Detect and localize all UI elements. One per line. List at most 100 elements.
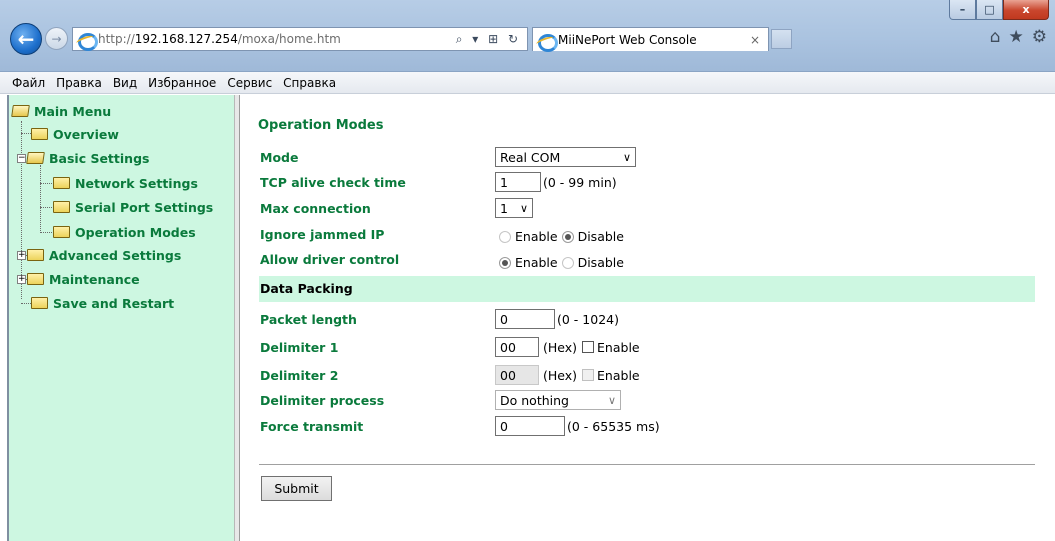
back-button[interactable]: ← (10, 23, 42, 55)
force-transmit-range: (0 - 65535 ms) (567, 418, 660, 434)
sidebar-item-label: Advanced Settings (49, 247, 182, 263)
url-prefix: http:// (98, 32, 135, 46)
forward-button[interactable]: → (45, 27, 68, 50)
minimize-button[interactable]: – (949, 0, 976, 20)
browser-window: – □ x ← → http://192.168.127.254/moxa/ho… (0, 0, 1055, 541)
url-host: 192.168.127.254 (134, 32, 238, 46)
menu-tools[interactable]: Сервис (227, 76, 272, 90)
sidebar-item-maintenance[interactable]: + Maintenance (17, 269, 140, 289)
max-connection-row: 1 ∨ (495, 198, 533, 218)
delimiter2-input[interactable]: 00 (495, 365, 539, 385)
new-tab-button[interactable] (771, 29, 792, 49)
menu-favorites[interactable]: Избранное (148, 76, 216, 90)
folder-icon (53, 201, 70, 213)
tab-close-icon[interactable]: × (750, 33, 760, 47)
mode-label: Mode (260, 150, 299, 165)
sidebar-item-overview[interactable]: Overview (31, 124, 119, 144)
allow-driver-label: Allow driver control (260, 252, 400, 267)
sidebar-item-label: Save and Restart (53, 295, 175, 311)
url-text[interactable]: http://192.168.127.254/moxa/home.htm (98, 32, 341, 46)
sidebar-item-label: Overview (53, 126, 119, 142)
tree-line (40, 232, 52, 233)
ignore-jammed-row: Enable Disable (499, 229, 624, 244)
max-connection-value: 1 (500, 200, 508, 216)
packet-length-input[interactable]: 0 (495, 309, 555, 329)
close-window-button[interactable]: x (1003, 0, 1049, 20)
frame-splitter[interactable] (234, 95, 240, 541)
menu-bar: Файл Правка Вид Избранное Сервис Справка (0, 72, 1055, 94)
back-arrow-icon: ← (17, 27, 35, 51)
tcp-alive-row: 1 (0 - 99 min) (495, 172, 617, 192)
data-packing-band (259, 276, 1035, 302)
chevron-down-icon: ∨ (607, 393, 616, 407)
submit-button[interactable]: Submit (261, 476, 332, 501)
ignore-jammed-disable-radio[interactable] (561, 230, 574, 243)
expand-plus-icon[interactable]: + (17, 274, 26, 284)
sidebar-item-advanced-settings[interactable]: + Advanced Settings (17, 245, 181, 265)
delimiter1-row: 00 (Hex) Enable (495, 337, 640, 357)
packet-length-row: 0 (0 - 1024) (495, 309, 619, 329)
chevron-down-icon: ∨ (622, 150, 631, 164)
page-title: Operation Modes (258, 118, 384, 133)
delimiter1-label: Delimiter 1 (260, 340, 339, 355)
tcp-alive-input[interactable]: 1 (495, 172, 541, 192)
main-content: Operation Modes Mode Real COM ∨ TCP aliv… (241, 95, 1055, 541)
mode-select[interactable]: Real COM ∨ (495, 147, 636, 167)
ignore-jammed-disable-label: Disable (577, 229, 624, 244)
home-icon[interactable]: ⌂ (990, 27, 1001, 47)
delimiter1-input[interactable]: 00 (495, 337, 539, 357)
sidebar-item-serial-port-settings[interactable]: Serial Port Settings (53, 197, 213, 217)
address-bar-icons[interactable]: ⌕ ▾ ⊞ ↻ (456, 32, 521, 47)
mode-row: Real COM ∨ (495, 147, 636, 167)
packet-length-label: Packet length (260, 312, 357, 327)
sidebar-item-label: Serial Port Settings (75, 199, 214, 215)
tree-line (40, 165, 41, 233)
address-bar[interactable]: http://192.168.127.254/moxa/home.htm ⌕ ▾… (72, 27, 528, 51)
folder-icon (53, 177, 70, 189)
delimiter1-enable-checkbox[interactable] (582, 341, 595, 353)
window-controls: – □ x (949, 0, 1049, 22)
folder-icon (31, 297, 48, 309)
folder-open-icon (26, 152, 45, 164)
allow-driver-enable-radio[interactable] (499, 256, 511, 269)
tree-line (21, 133, 31, 134)
delimiter2-enable-label: Enable (597, 367, 640, 383)
allow-driver-disable-radio[interactable] (561, 256, 574, 269)
tab-title: MiiNePort Web Console (558, 32, 697, 47)
max-connection-label: Max connection (260, 201, 371, 216)
allow-driver-enable-label: Enable (515, 255, 558, 270)
gear-icon[interactable]: ⚙ (1032, 27, 1047, 47)
delimiter2-label: Delimiter 2 (260, 368, 339, 383)
delimiter1-hex: (Hex) (543, 339, 578, 355)
tcp-alive-range: (0 - 99 min) (543, 174, 617, 190)
force-transmit-input[interactable]: 0 (495, 416, 565, 436)
delimiter-process-select[interactable]: Do nothing ∨ (495, 390, 621, 410)
menu-file[interactable]: Файл (12, 76, 45, 90)
menu-view[interactable]: Вид (113, 76, 137, 90)
sidebar-item-network-settings[interactable]: Network Settings (53, 173, 198, 193)
browser-toolbar-icons: ⌂ ★ ⚙ (990, 27, 1047, 47)
sidebar-item-label: Operation Modes (75, 224, 196, 240)
browser-tab[interactable]: MiiNePort Web Console × (532, 27, 769, 52)
maximize-button[interactable]: □ (976, 0, 1003, 20)
expand-plus-icon[interactable]: + (17, 250, 26, 260)
menu-help[interactable]: Справка (283, 76, 336, 90)
sidebar-item-basic-settings[interactable]: − Basic Settings (17, 148, 149, 168)
divider (259, 464, 1035, 465)
max-connection-select[interactable]: 1 ∨ (495, 198, 533, 218)
folder-icon (53, 226, 70, 238)
sidebar-item-operation-modes[interactable]: Operation Modes (53, 222, 196, 242)
sidebar-item-save-and-restart[interactable]: Save and Restart (31, 293, 174, 313)
sidebar-item-label: Basic Settings (49, 150, 150, 166)
ignore-jammed-enable-radio[interactable] (499, 230, 511, 243)
sidebar-tree: Main Menu Overview − Basic Settings Netw… (7, 95, 234, 541)
allow-driver-disable-label: Disable (577, 255, 624, 270)
url-path: /moxa/home.htm (237, 32, 341, 46)
folder-icon (31, 128, 48, 140)
delimiter-process-row: Do nothing ∨ (495, 390, 621, 410)
delimiter2-enable-checkbox[interactable] (582, 369, 595, 381)
menu-edit[interactable]: Правка (56, 76, 102, 90)
collapse-minus-icon[interactable]: − (17, 153, 26, 163)
favorites-star-icon[interactable]: ★ (1009, 27, 1024, 47)
sidebar-item-main-menu[interactable]: Main Menu (11, 101, 111, 121)
